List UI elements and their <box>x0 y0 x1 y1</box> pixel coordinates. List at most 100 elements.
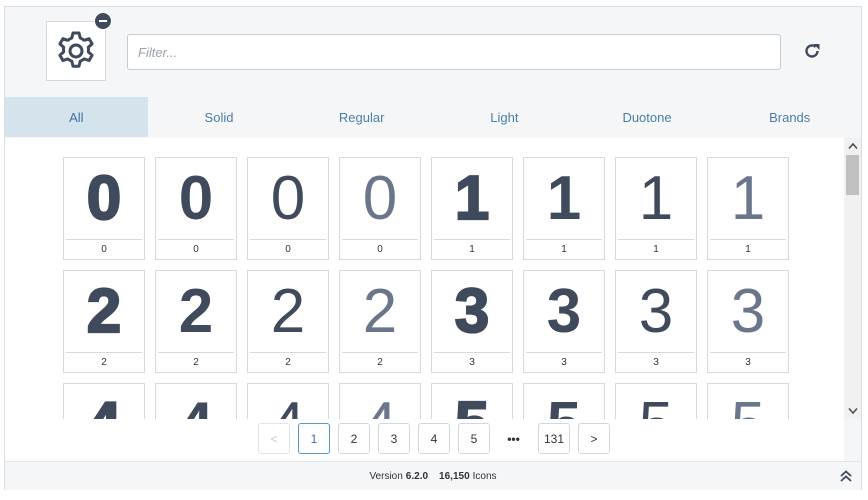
tab-all[interactable]: All <box>5 97 148 137</box>
icon-name-label: 3 <box>526 352 602 372</box>
remove-icon-button[interactable] <box>94 12 112 30</box>
tab-brands[interactable]: Brands <box>718 97 861 137</box>
icon-name-label: 3 <box>618 352 694 372</box>
icon-glyph: 1 <box>730 163 766 233</box>
filter-input[interactable] <box>127 34 781 70</box>
icon-glyph: 0 <box>86 163 123 233</box>
tab-duotone[interactable]: Duotone <box>576 97 719 137</box>
icon-name-label: 2 <box>66 352 142 372</box>
icon-cell[interactable]: 33 <box>615 270 697 373</box>
icon-cell[interactable]: 22 <box>155 270 237 373</box>
icon-name-label: 3 <box>710 352 786 372</box>
icon-glyph: 2 <box>86 276 123 346</box>
pagination: < 1 2 3 4 5 ••• 131 > <box>5 419 844 461</box>
scroll-thumb[interactable] <box>846 155 859 195</box>
collapse-button[interactable] <box>839 469 853 483</box>
icon-cell[interactable]: 11 <box>615 157 697 260</box>
icon-cell[interactable]: 55 <box>523 383 605 419</box>
icon-cell[interactable]: 44 <box>339 383 421 419</box>
icon-cell[interactable]: 44 <box>247 383 329 419</box>
icon-name-label: 0 <box>66 239 142 259</box>
version-label: Version <box>369 470 403 482</box>
icon-glyph: 3 <box>546 276 582 346</box>
icon-glyph: 1 <box>638 163 674 233</box>
icon-cell[interactable]: 22 <box>63 270 145 373</box>
icon-name-label: 2 <box>342 352 418 372</box>
icon-name-label: 0 <box>250 239 326 259</box>
page-button[interactable]: 2 <box>338 423 370 454</box>
icon-cell[interactable]: 00 <box>339 157 421 260</box>
icon-cell[interactable]: 00 <box>63 157 145 260</box>
prev-page-button[interactable]: < <box>258 423 290 454</box>
last-page-button[interactable]: 131 <box>538 423 570 454</box>
icon-cell[interactable]: 00 <box>155 157 237 260</box>
page-button[interactable]: 1 <box>298 423 330 454</box>
next-page-button[interactable]: > <box>578 423 610 454</box>
icon-glyph: 2 <box>362 276 398 346</box>
icon-glyph: 5 <box>524 384 604 419</box>
icon-glyph: 4 <box>64 384 144 419</box>
icon-glyph: 0 <box>270 163 306 233</box>
refresh-button[interactable] <box>799 38 825 64</box>
icon-cell[interactable]: 44 <box>63 383 145 419</box>
icon-cell[interactable]: 33 <box>707 270 789 373</box>
icon-cell[interactable]: 44 <box>155 383 237 419</box>
picker-footer: Version 6.2.0 16,150 Icons <box>5 461 861 490</box>
icon-name-label: 1 <box>618 239 694 259</box>
style-tabs: All Solid Regular Light Duotone Brands <box>5 97 861 139</box>
grid-scrollbar[interactable] <box>844 138 861 419</box>
icon-glyph: 5 <box>708 384 788 419</box>
page-button[interactable]: 5 <box>458 423 490 454</box>
icon-cell[interactable]: 33 <box>523 270 605 373</box>
icons-label: Icons <box>472 470 497 482</box>
pagination-ellipsis: ••• <box>507 431 520 446</box>
selected-icon-preview[interactable] <box>46 21 106 81</box>
icon-glyph: 3 <box>730 276 766 346</box>
picker-header <box>5 7 861 97</box>
icon-glyph: 3 <box>638 276 674 346</box>
tab-light[interactable]: Light <box>433 97 576 137</box>
scroll-up-button[interactable] <box>844 138 861 154</box>
page-button[interactable]: 4 <box>418 423 450 454</box>
icon-cell[interactable]: 11 <box>707 157 789 260</box>
page-button[interactable]: 3 <box>378 423 410 454</box>
icon-name-label: 2 <box>158 352 234 372</box>
icon-name-label: 1 <box>526 239 602 259</box>
icon-picker-panel: All Solid Regular Light Duotone Brands 0… <box>4 6 862 490</box>
icon-name-label: 3 <box>434 352 510 372</box>
icon-glyph: 2 <box>270 276 306 346</box>
scroll-down-button[interactable] <box>844 403 861 419</box>
tab-solid[interactable]: Solid <box>148 97 291 137</box>
icon-cell[interactable]: 33 <box>431 270 513 373</box>
gear-icon <box>58 31 94 68</box>
icon-cell[interactable]: 55 <box>431 383 513 419</box>
chevron-down-icon <box>847 407 858 415</box>
icon-glyph: 0 <box>178 163 214 233</box>
icon-glyph: 4 <box>248 384 328 419</box>
icon-cell[interactable]: 22 <box>247 270 329 373</box>
icon-glyph: 3 <box>454 276 491 346</box>
icon-cell[interactable]: 22 <box>339 270 421 373</box>
icon-glyph: 5 <box>616 384 696 419</box>
icon-cell[interactable]: 55 <box>707 383 789 419</box>
icon-glyph: 0 <box>362 163 398 233</box>
double-chevron-up-icon <box>840 470 852 482</box>
icon-glyph: 1 <box>454 163 491 233</box>
icon-name-label: 2 <box>250 352 326 372</box>
icon-count: 16,150 <box>439 470 470 482</box>
icon-name-label: 1 <box>710 239 786 259</box>
version-number: 6.2.0 <box>405 470 429 482</box>
icon-cell[interactable]: 11 <box>523 157 605 260</box>
icon-glyph: 2 <box>178 276 214 346</box>
icon-name-label: 0 <box>342 239 418 259</box>
icon-glyph: 4 <box>340 384 420 419</box>
tab-regular[interactable]: Regular <box>290 97 433 137</box>
refresh-icon <box>805 44 820 58</box>
icon-grid-area: 0000000011111111222222223333333344444444… <box>5 138 861 419</box>
icon-name-label: 0 <box>158 239 234 259</box>
icon-cell[interactable]: 55 <box>615 383 697 419</box>
icon-glyph: 1 <box>546 163 582 233</box>
icon-cell[interactable]: 11 <box>431 157 513 260</box>
icon-glyph: 4 <box>156 384 236 419</box>
icon-cell[interactable]: 00 <box>247 157 329 260</box>
